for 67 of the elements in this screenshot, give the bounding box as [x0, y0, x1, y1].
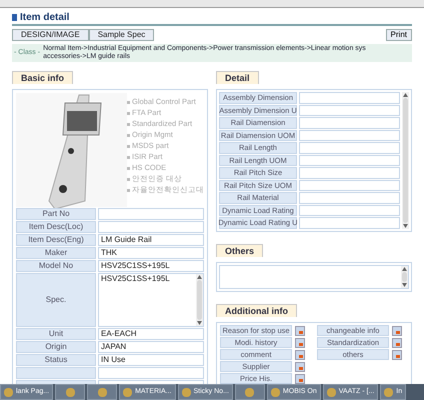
bullet-icon	[127, 188, 130, 192]
scrollbar[interactable]	[401, 266, 408, 288]
field-label: Part No	[16, 208, 96, 220]
popup-icon[interactable]	[392, 326, 402, 336]
app-icon	[326, 388, 336, 396]
field-label: Model No	[16, 260, 96, 272]
app-icon	[4, 388, 13, 396]
field-label: Maker	[16, 247, 96, 259]
bullet-icon	[127, 166, 130, 170]
input-field[interactable]	[299, 180, 400, 191]
taskbar-item[interactable]	[87, 384, 118, 400]
scrollbar[interactable]	[196, 274, 203, 326]
bullet-icon	[127, 122, 130, 126]
popup-icon[interactable]	[295, 338, 305, 348]
input-field[interactable]: LM Guide Rail	[98, 234, 204, 246]
app-icon	[98, 388, 107, 396]
popup-icon[interactable]	[392, 338, 402, 348]
print-button[interactable]: Print	[386, 29, 412, 41]
field-label: Spec.	[16, 273, 96, 327]
field-label: Item Desc(Loc)	[16, 221, 96, 233]
popup-icon[interactable]	[295, 350, 305, 360]
bullet-icon	[127, 156, 130, 158]
document-icon	[12, 14, 17, 20]
app-icon	[182, 388, 191, 396]
field-label: Status	[16, 354, 96, 366]
input-field[interactable]	[299, 117, 400, 128]
input-field[interactable]	[98, 367, 204, 379]
app-icon	[245, 388, 254, 396]
bullet-icon	[127, 112, 130, 114]
input-field[interactable]: EA-EACH	[98, 328, 204, 340]
input-field[interactable]	[299, 154, 400, 166]
bullet-icon	[127, 178, 130, 180]
input-field[interactable]	[299, 167, 400, 178]
input-field[interactable]	[299, 192, 400, 204]
app-icon	[270, 388, 280, 396]
input-field[interactable]: THK	[98, 247, 204, 259]
input-field[interactable]	[98, 221, 204, 233]
popup-icon[interactable]	[295, 374, 305, 384]
input-field[interactable]	[98, 208, 204, 220]
taskbar-item[interactable]	[55, 384, 86, 400]
input-field[interactable]: HSV25C1SS+195L	[98, 260, 204, 272]
app-icon	[66, 388, 75, 396]
field-label: Unit	[16, 328, 96, 340]
bullet-icon	[127, 144, 130, 148]
field-label: Origin	[16, 341, 96, 353]
input-field[interactable]: IN Use	[98, 354, 204, 366]
bullet-icon	[127, 134, 130, 136]
popup-icon[interactable]	[295, 326, 305, 336]
app-icon	[384, 388, 394, 396]
input-field[interactable]	[299, 204, 400, 216]
input-field[interactable]	[299, 130, 400, 141]
input-field[interactable]	[299, 217, 400, 228]
popup-icon[interactable]	[295, 362, 305, 372]
app-icon	[123, 388, 132, 396]
page-title: Item detail	[20, 10, 70, 24]
toolbar-button[interactable]: DESIGN/IMAGE	[12, 29, 89, 41]
field-label: Item Desc(Eng)	[16, 234, 96, 246]
input-field[interactable]	[299, 92, 400, 104]
bullet-icon	[127, 100, 130, 104]
popup-icon[interactable]	[392, 350, 402, 360]
toolbar-button[interactable]: Sample Spec	[88, 29, 154, 41]
input-field[interactable]: JAPAN	[98, 341, 204, 353]
input-field[interactable]	[299, 104, 400, 116]
scrollbar[interactable]	[402, 92, 409, 228]
input-field[interactable]	[299, 142, 400, 154]
taskbar-item[interactable]	[234, 384, 265, 400]
spec-textarea[interactable]: HSV25C1SS+195L	[98, 273, 204, 327]
